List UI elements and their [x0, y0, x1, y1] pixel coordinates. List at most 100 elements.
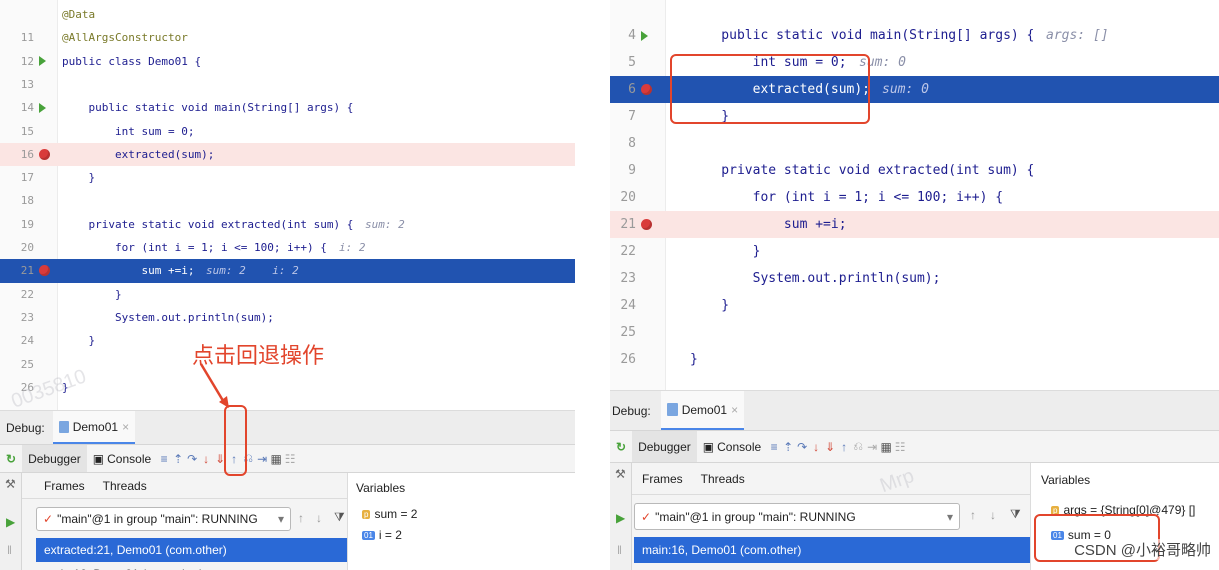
run-gutter-icon[interactable]: [39, 102, 46, 113]
frames-tab[interactable]: Frames: [642, 472, 683, 486]
threads-tab[interactable]: Threads: [103, 479, 147, 493]
step-over-icon[interactable]: ↷: [795, 440, 809, 454]
trace-icon[interactable]: ☷: [283, 452, 297, 466]
code-text: }: [690, 352, 698, 367]
pause-icon[interactable]: ‖: [7, 543, 12, 557]
file-icon: [666, 403, 678, 416]
code-line[interactable]: 23 System.out.println(sum);: [610, 265, 1219, 292]
debugger-tab[interactable]: Debugger: [632, 431, 697, 462]
frames-tab[interactable]: Frames: [44, 479, 85, 493]
thread-selector[interactable]: ✓ "main"@1 in group "main": RUNNING ▾: [36, 507, 291, 531]
resume-icon[interactable]: ▶: [6, 515, 15, 529]
code-line[interactable]: 20 for (int i = 1; i <= 100; i++) {: [610, 184, 1219, 211]
code-line[interactable]: 16 extracted(sum);: [0, 142, 575, 167]
step-into-icon[interactable]: ↓: [809, 440, 823, 454]
step-into-icon[interactable]: ↓: [199, 452, 213, 466]
drop-frame-icon[interactable]: ⎌: [851, 439, 865, 454]
evaluate-icon[interactable]: ▦: [269, 452, 283, 466]
menu-icon[interactable]: ≡: [157, 452, 171, 466]
code-line[interactable]: 25: [610, 319, 1219, 346]
code-line[interactable]: 24 }: [610, 292, 1219, 319]
code-line[interactable]: 19 private static void extracted(int sum…: [0, 213, 575, 236]
line-number: 21: [620, 217, 636, 232]
variable-row[interactable]: 01 i = 2: [362, 528, 402, 542]
inline-value-hint: sum: 0: [882, 82, 929, 97]
tab-demo01[interactable]: Demo01 ×: [52, 411, 136, 444]
close-icon[interactable]: ×: [122, 420, 129, 434]
code-line[interactable]: 13: [0, 73, 575, 96]
code-line[interactable]: 17 }: [0, 166, 575, 189]
down-arrow-icon[interactable]: ↓: [316, 511, 322, 525]
code-line[interactable]: 22 }: [610, 238, 1219, 265]
down-arrow-icon[interactable]: ↓: [990, 508, 996, 522]
run-to-cursor-icon[interactable]: ⇥: [255, 452, 269, 466]
code-line[interactable]: @Data: [0, 3, 575, 26]
code-line[interactable]: 21 sum +=i; sum: 2 i: 2: [0, 259, 575, 283]
filter-icon[interactable]: ⧩: [334, 510, 345, 525]
line-number: 22: [20, 287, 34, 301]
menu-icon[interactable]: ≡: [767, 440, 781, 454]
code-line[interactable]: 26}: [0, 376, 575, 399]
console-tab[interactable]: ▣ Console: [697, 431, 767, 462]
frame-item[interactable]: main:16, Demo01 (com.other): [36, 562, 347, 570]
settings-icon[interactable]: ⚒: [615, 467, 626, 481]
show-execution-point-icon[interactable]: ⇡: [781, 440, 795, 454]
code-line[interactable]: 26}: [610, 346, 1219, 373]
filter-icon[interactable]: ⧩: [1010, 507, 1021, 522]
up-arrow-icon[interactable]: ↑: [970, 508, 976, 522]
threads-tab[interactable]: Threads: [701, 472, 745, 486]
inline-value-hint: i: 2: [339, 241, 366, 254]
code-line[interactable]: 15 int sum = 0;: [0, 120, 575, 143]
rerun-icon[interactable]: ↻: [610, 431, 632, 462]
debug-side-toolbar: ⚒ ▶ ‖: [610, 463, 632, 570]
code-line[interactable]: 23 System.out.println(sum);: [0, 306, 575, 329]
chevron-down-icon: ▾: [946, 509, 953, 524]
check-icon: ✓: [641, 509, 652, 524]
breakpoint-icon[interactable]: [39, 148, 50, 160]
line-number: 23: [620, 271, 636, 286]
pause-icon[interactable]: ‖: [617, 543, 622, 557]
frame-item[interactable]: main:16, Demo01 (com.other): [634, 537, 1030, 563]
code-line[interactable]: 4 public static void main(String[] args)…: [610, 22, 1219, 49]
debugger-tab[interactable]: Debugger: [22, 445, 87, 472]
show-execution-point-icon[interactable]: ⇡: [171, 452, 185, 466]
run-gutter-icon[interactable]: [39, 56, 46, 67]
frame-item[interactable]: extracted:21, Demo01 (com.other): [36, 538, 347, 562]
code-line[interactable]: 20 for (int i = 1; i <= 100; i++) {i: 2: [0, 236, 575, 259]
line-number: 11: [20, 31, 34, 45]
settings-icon[interactable]: ⚒: [5, 477, 16, 491]
tab-demo01[interactable]: Demo01 ×: [660, 391, 745, 430]
code-line[interactable]: 12 public class Demo01 {: [0, 50, 575, 73]
code-text: private static void extracted(int sum) {: [690, 163, 1035, 178]
code-line[interactable]: 21 sum +=i;: [610, 211, 1219, 238]
evaluate-icon[interactable]: ▦: [879, 440, 893, 454]
close-icon[interactable]: ×: [731, 403, 738, 417]
variables-panel: Variables p sum = 2 01 i = 2: [347, 473, 575, 570]
thread-selector[interactable]: ✓ "main"@1 in group "main": RUNNING ▾: [634, 503, 960, 530]
breakpoint-icon[interactable]: [641, 84, 652, 95]
inline-value-hint: args: []: [1046, 28, 1109, 43]
step-out-icon[interactable]: ↑: [837, 440, 851, 454]
console-tab[interactable]: ▣ Console: [87, 445, 157, 472]
step-over-icon[interactable]: ↷: [185, 452, 199, 466]
trace-icon[interactable]: ☷: [893, 440, 907, 454]
code-line[interactable]: 18: [0, 189, 575, 212]
rerun-icon[interactable]: ↻: [0, 445, 22, 472]
code-line[interactable]: 22 }: [0, 283, 575, 306]
chevron-down-icon: ▾: [277, 512, 284, 526]
resume-icon[interactable]: ▶: [616, 511, 625, 525]
run-gutter-icon[interactable]: [641, 30, 648, 41]
code-line[interactable]: 9 private static void extracted(int sum)…: [610, 157, 1219, 184]
code-line[interactable]: 8: [610, 130, 1219, 157]
variable-row[interactable]: p sum = 2: [362, 507, 417, 521]
up-arrow-icon[interactable]: ↑: [298, 511, 304, 525]
line-number: 25: [620, 325, 636, 340]
code-line[interactable]: 11 @AllArgsConstructor: [0, 26, 575, 49]
variable-text: sum = 2: [374, 507, 418, 521]
run-to-cursor-icon[interactable]: ⇥: [865, 440, 879, 454]
force-step-into-icon[interactable]: ⇓: [823, 440, 837, 454]
debug-tool-window: Debug: Demo01 × ↻ Debugger ▣ Console ≡ ⇡ …: [0, 410, 575, 570]
breakpoint-icon[interactable]: [39, 265, 50, 277]
code-line[interactable]: 14 public static void main(String[] args…: [0, 96, 575, 119]
breakpoint-icon[interactable]: [641, 219, 652, 230]
